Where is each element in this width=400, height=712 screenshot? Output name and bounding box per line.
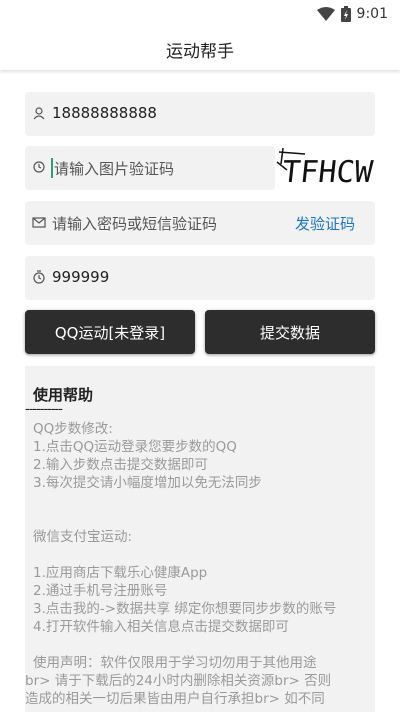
captcha-input: 请输入图片验证码 bbox=[54, 160, 175, 178]
phone-field[interactable]: 18888888888 bbox=[25, 92, 375, 136]
captcha-image-graphic: TFHCW bbox=[276, 147, 375, 190]
qq-step: 1.点击QQ运动登录您要步数的QQ bbox=[33, 439, 237, 455]
get-code-button[interactable]: 发验证码 bbox=[295, 213, 355, 234]
help-text: QQ步数修改: 1.点击QQ运动登录您要步数的QQ 2.输入步数点击提交数据即可… bbox=[25, 420, 375, 708]
timer-icon bbox=[33, 270, 45, 284]
status-icons: 9:01 bbox=[316, 5, 388, 23]
code-input: 请输入密码或短信验证码 bbox=[52, 215, 218, 233]
steps-field[interactable]: 999999 bbox=[25, 256, 375, 300]
user-icon bbox=[33, 107, 45, 120]
disclaimer-line: 造成的相关一切后果皆由用户自行承担br> 如不同 bbox=[25, 691, 325, 707]
wx-section-title: 微信支付宝运动: bbox=[33, 529, 133, 545]
wifi-icon bbox=[316, 7, 335, 21]
page-title: 运动帮手 bbox=[166, 42, 234, 62]
app-bar: 运动帮手 bbox=[0, 27, 400, 70]
text-cursor bbox=[51, 158, 53, 178]
captcha-field[interactable]: 请输入图片验证码 bbox=[25, 146, 275, 190]
wx-step: 4.打开软件输入相关信息点击提交数据即可 bbox=[33, 619, 289, 635]
phone-value: 18888888888 bbox=[52, 104, 157, 122]
disclaimer-line: br> 请于下载后的24小时内删除相关资源br> 否则 bbox=[25, 673, 332, 689]
captcha-icon bbox=[33, 161, 45, 173]
captcha-image-text: TFHCW bbox=[280, 155, 375, 190]
wx-step: 1.应用商店下载乐心健康App bbox=[33, 565, 208, 581]
help-separator: ---------- bbox=[25, 402, 63, 417]
help-panel: 使用帮助 ---------- QQ步数修改: 1.点击QQ运动登录您要步数的Q… bbox=[25, 366, 375, 712]
qq-section-title: QQ步数修改: bbox=[33, 421, 113, 437]
status-time: 9:01 bbox=[356, 6, 388, 22]
qq-step: 2.输入步数点击提交数据即可 bbox=[33, 457, 208, 473]
disclaimer-line: 使用声明：软件仅限用于学习切勿用于其他用途 bbox=[33, 655, 317, 671]
qq-login-button[interactable]: QQ运动[未登录] bbox=[25, 310, 195, 354]
status-bar: 9:01 bbox=[0, 0, 400, 27]
code-field[interactable]: 请输入密码或短信验证码 发验证码 bbox=[25, 201, 375, 245]
qq-step: 3.每次提交请小幅度增加以免无法同步 bbox=[33, 475, 262, 491]
captcha-image[interactable]: TFHCW bbox=[275, 146, 375, 190]
steps-value: 999999 bbox=[52, 268, 110, 286]
wx-step: 2.通过手机号注册账号 bbox=[33, 583, 168, 599]
submit-button[interactable]: 提交数据 bbox=[205, 310, 375, 354]
battery-icon bbox=[340, 6, 351, 22]
wx-step: 3.点击我的->数据共享 绑定你想要同步步数的账号 bbox=[33, 601, 337, 617]
mail-icon bbox=[32, 217, 46, 228]
